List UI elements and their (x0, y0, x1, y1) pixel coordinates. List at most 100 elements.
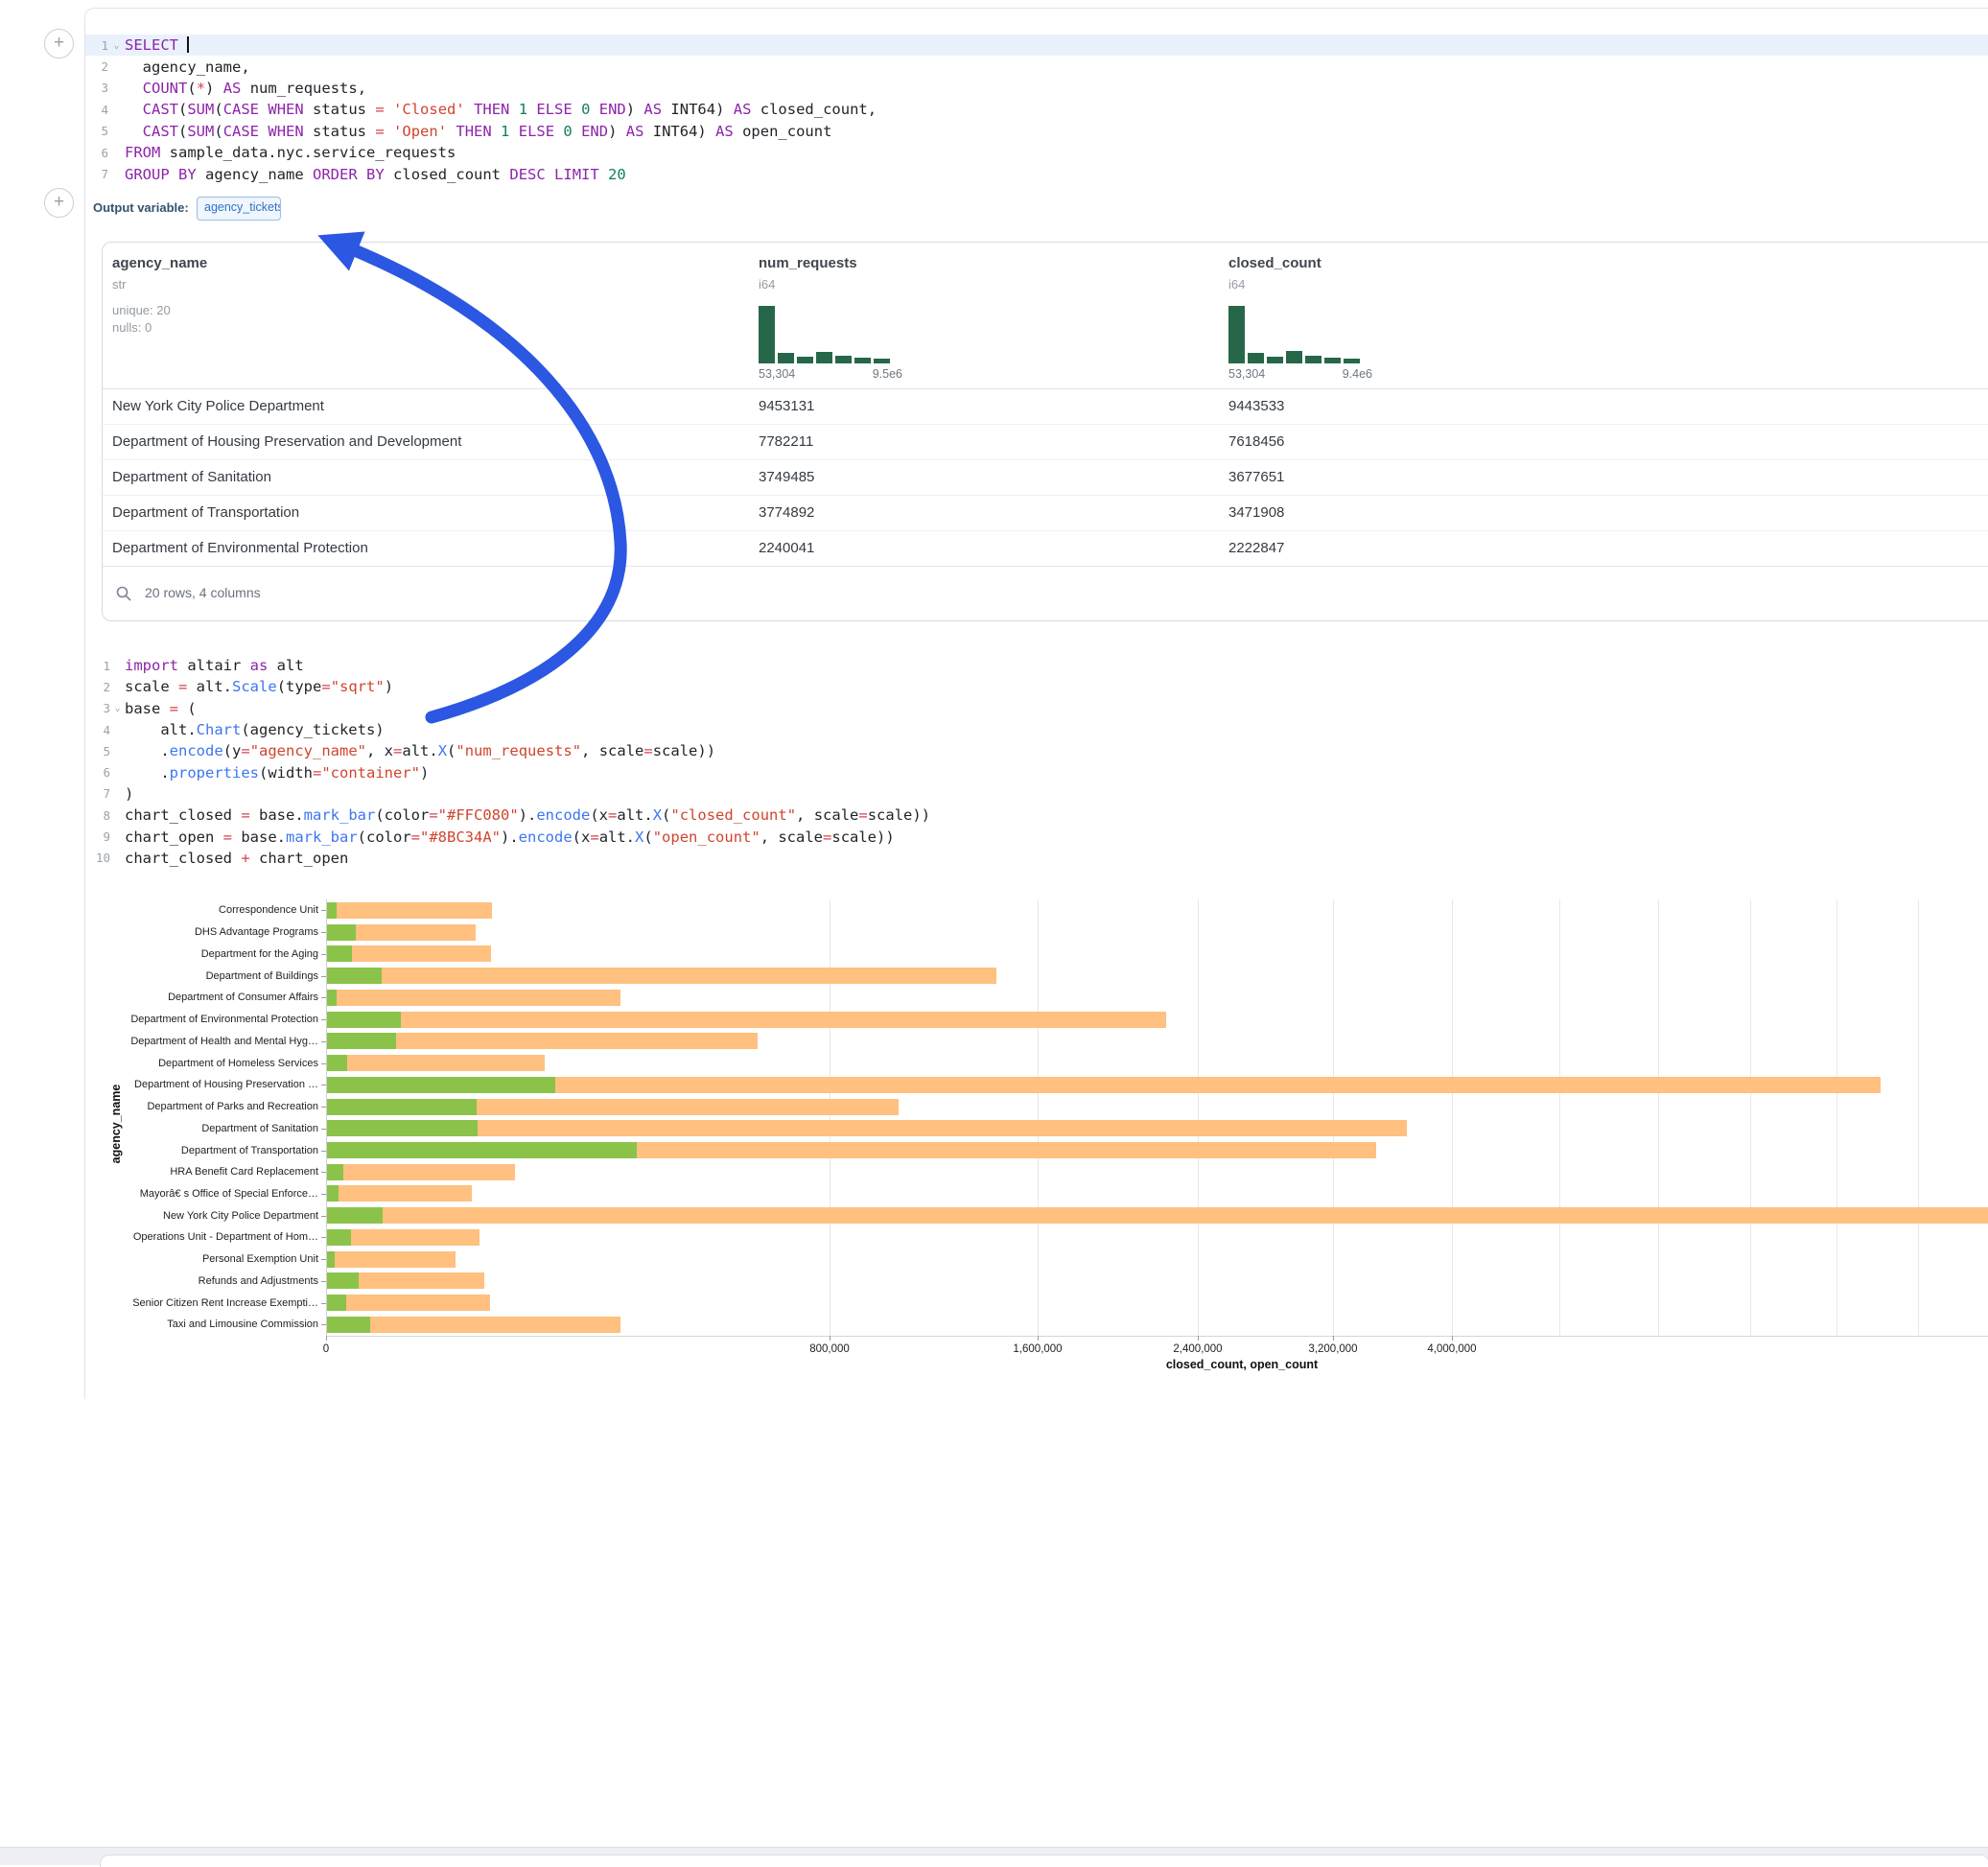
fold-chevron-icon[interactable]: ⌄ (108, 40, 125, 51)
y-tick (321, 1151, 326, 1152)
fold-chevron-icon[interactable]: ⌄ (110, 703, 125, 713)
y-tick (321, 1107, 326, 1108)
code-text: CAST(SUM(CASE WHEN status = 'Closed' THE… (125, 101, 877, 118)
table-row[interactable]: Department of Housing Preservation and D… (103, 424, 1988, 459)
column-type: i64 (759, 277, 775, 292)
y-tick-label: Personal Exemption Unit (202, 1253, 318, 1265)
output-variable-pill[interactable]: agency_tickets (197, 197, 281, 221)
y-tick (321, 1172, 326, 1173)
table-cell: 9453131 (759, 388, 814, 424)
y-axis-line (326, 899, 327, 1336)
x-tick-label: 800,000 (809, 1343, 850, 1355)
bar-open-count (327, 990, 337, 1006)
table-row[interactable]: Department of Sanitation37494853677651 (103, 459, 1988, 495)
text-cursor (187, 36, 189, 53)
table-footer: 20 rows, 4 columns (103, 566, 1988, 620)
code-text: base = ( (125, 700, 197, 717)
histogram-bar (874, 359, 890, 363)
code-text: chart_closed = base.mark_bar(color="#FFC… (125, 806, 930, 824)
bar-open-count (327, 1012, 401, 1028)
table-row[interactable]: New York City Police Department945313194… (103, 388, 1988, 424)
code-line[interactable]: 1import altair as alt (85, 655, 1988, 676)
table-cell: 3749485 (759, 459, 814, 495)
bar-open-count (327, 1164, 343, 1180)
bar-open-count (327, 924, 356, 941)
code-line[interactable]: 1⌄SELECT (85, 35, 1988, 56)
code-text: alt.Chart(agency_tickets) (125, 721, 385, 738)
x-tick (1198, 1336, 1199, 1341)
python-editor[interactable]: 1import altair as alt 2 scale = alt.Scale(… (85, 655, 1988, 869)
add-cell-button[interactable]: + (44, 188, 74, 218)
y-tick-label: Department of Sanitation (201, 1123, 318, 1134)
y-tick-label: Department of Consumer Affairs (168, 992, 318, 1003)
code-text: scale = alt.Scale(type="sqrt") (125, 678, 393, 695)
bar-open-count (327, 1099, 477, 1115)
y-tick-label: Department of Environmental Protection (130, 1014, 318, 1025)
y-tick (321, 1019, 326, 1020)
bar-open-count (327, 1207, 383, 1224)
table-row[interactable]: Department of Transportation377489234719… (103, 495, 1988, 530)
code-line[interactable]: 6FROM sample_data.nyc.service_requests (85, 142, 1988, 163)
bar-open-count (327, 1251, 335, 1268)
gridline (1836, 899, 1837, 1336)
table-row[interactable]: Department of Environmental Protection22… (103, 530, 1988, 566)
code-line[interactable]: 4 alt.Chart(agency_tickets) (85, 719, 1988, 740)
sql-editor[interactable]: 1⌄SELECT 2 agency_name,3 COUNT(*) AS num… (85, 35, 1988, 185)
line-number: 5 (85, 744, 110, 758)
code-line[interactable]: 6 .properties(width="container") (85, 761, 1988, 782)
gridline (1750, 899, 1751, 1336)
line-number: 5 (85, 124, 108, 138)
table-cell: Department of Environmental Protection (112, 530, 368, 566)
bar-closed-count (327, 1012, 1166, 1028)
line-number: 7 (85, 786, 110, 801)
column-header[interactable]: num_requests (759, 255, 857, 271)
column-header[interactable]: closed_count (1228, 255, 1321, 271)
code-line[interactable]: 3 COUNT(*) AS num_requests, (85, 78, 1988, 99)
line-number: 2 (85, 680, 110, 694)
bar-open-count (327, 1295, 346, 1311)
code-line[interactable]: 10chart_closed + chart_open (85, 848, 1988, 869)
histogram-bar (1248, 353, 1264, 363)
column-header[interactable]: agency_name (112, 255, 207, 271)
histogram-max-label: 9.4e6 (1228, 367, 1372, 381)
y-tick-label: Operations Unit - Department of Hom… (133, 1231, 318, 1243)
row-separator (103, 459, 1988, 460)
code-line[interactable]: 5 .encode(y="agency_name", x=alt.X("num_… (85, 740, 1988, 761)
bar-open-count (327, 945, 352, 962)
bar-open-count (327, 1142, 637, 1158)
y-tick-label: HRA Benefit Card Replacement (170, 1166, 318, 1178)
line-number: 10 (85, 851, 110, 865)
code-line[interactable]: 7) (85, 783, 1988, 805)
y-tick-label: Department for the Aging (201, 948, 318, 960)
code-text: agency_name, (125, 58, 250, 76)
bar-closed-count (327, 990, 620, 1006)
bar-open-count (327, 968, 382, 984)
code-line[interactable]: 8chart_closed = base.mark_bar(color="#FF… (85, 805, 1988, 826)
table-summary: 20 rows, 4 columns (145, 585, 261, 600)
code-line[interactable]: 2 scale = alt.Scale(type="sqrt") (85, 676, 1988, 697)
y-tick (321, 1281, 326, 1282)
x-tick (1333, 1336, 1334, 1341)
table-cell: 7618456 (1228, 424, 1284, 459)
histogram-bar (759, 306, 775, 363)
output-variable-label: Output variable: (93, 200, 189, 215)
search-icon[interactable] (116, 586, 131, 601)
y-tick-label: Department of Buildings (206, 970, 318, 982)
y-tick (321, 997, 326, 998)
code-line[interactable]: 5 CAST(SUM(CASE WHEN status = 'Open' THE… (85, 121, 1988, 142)
histogram-bar (1286, 351, 1302, 363)
code-line[interactable]: 9chart_open = base.mark_bar(color="#8BC3… (85, 826, 1988, 847)
bar-open-count (327, 1185, 339, 1202)
add-cell-button[interactable]: + (44, 29, 74, 58)
code-line[interactable]: 2 agency_name, (85, 56, 1988, 77)
y-tick (321, 1194, 326, 1195)
column-histogram (759, 306, 890, 363)
y-tick (321, 1259, 326, 1260)
y-tick (321, 910, 326, 911)
code-text: SELECT (125, 36, 189, 54)
bar-open-count (327, 1317, 370, 1333)
code-line[interactable]: 7GROUP BY agency_name ORDER BY closed_co… (85, 163, 1988, 184)
code-line[interactable]: 4 CAST(SUM(CASE WHEN status = 'Closed' T… (85, 99, 1988, 120)
table-cell: Department of Transportation (112, 495, 299, 530)
code-line[interactable]: 3⌄base = ( (85, 698, 1988, 719)
